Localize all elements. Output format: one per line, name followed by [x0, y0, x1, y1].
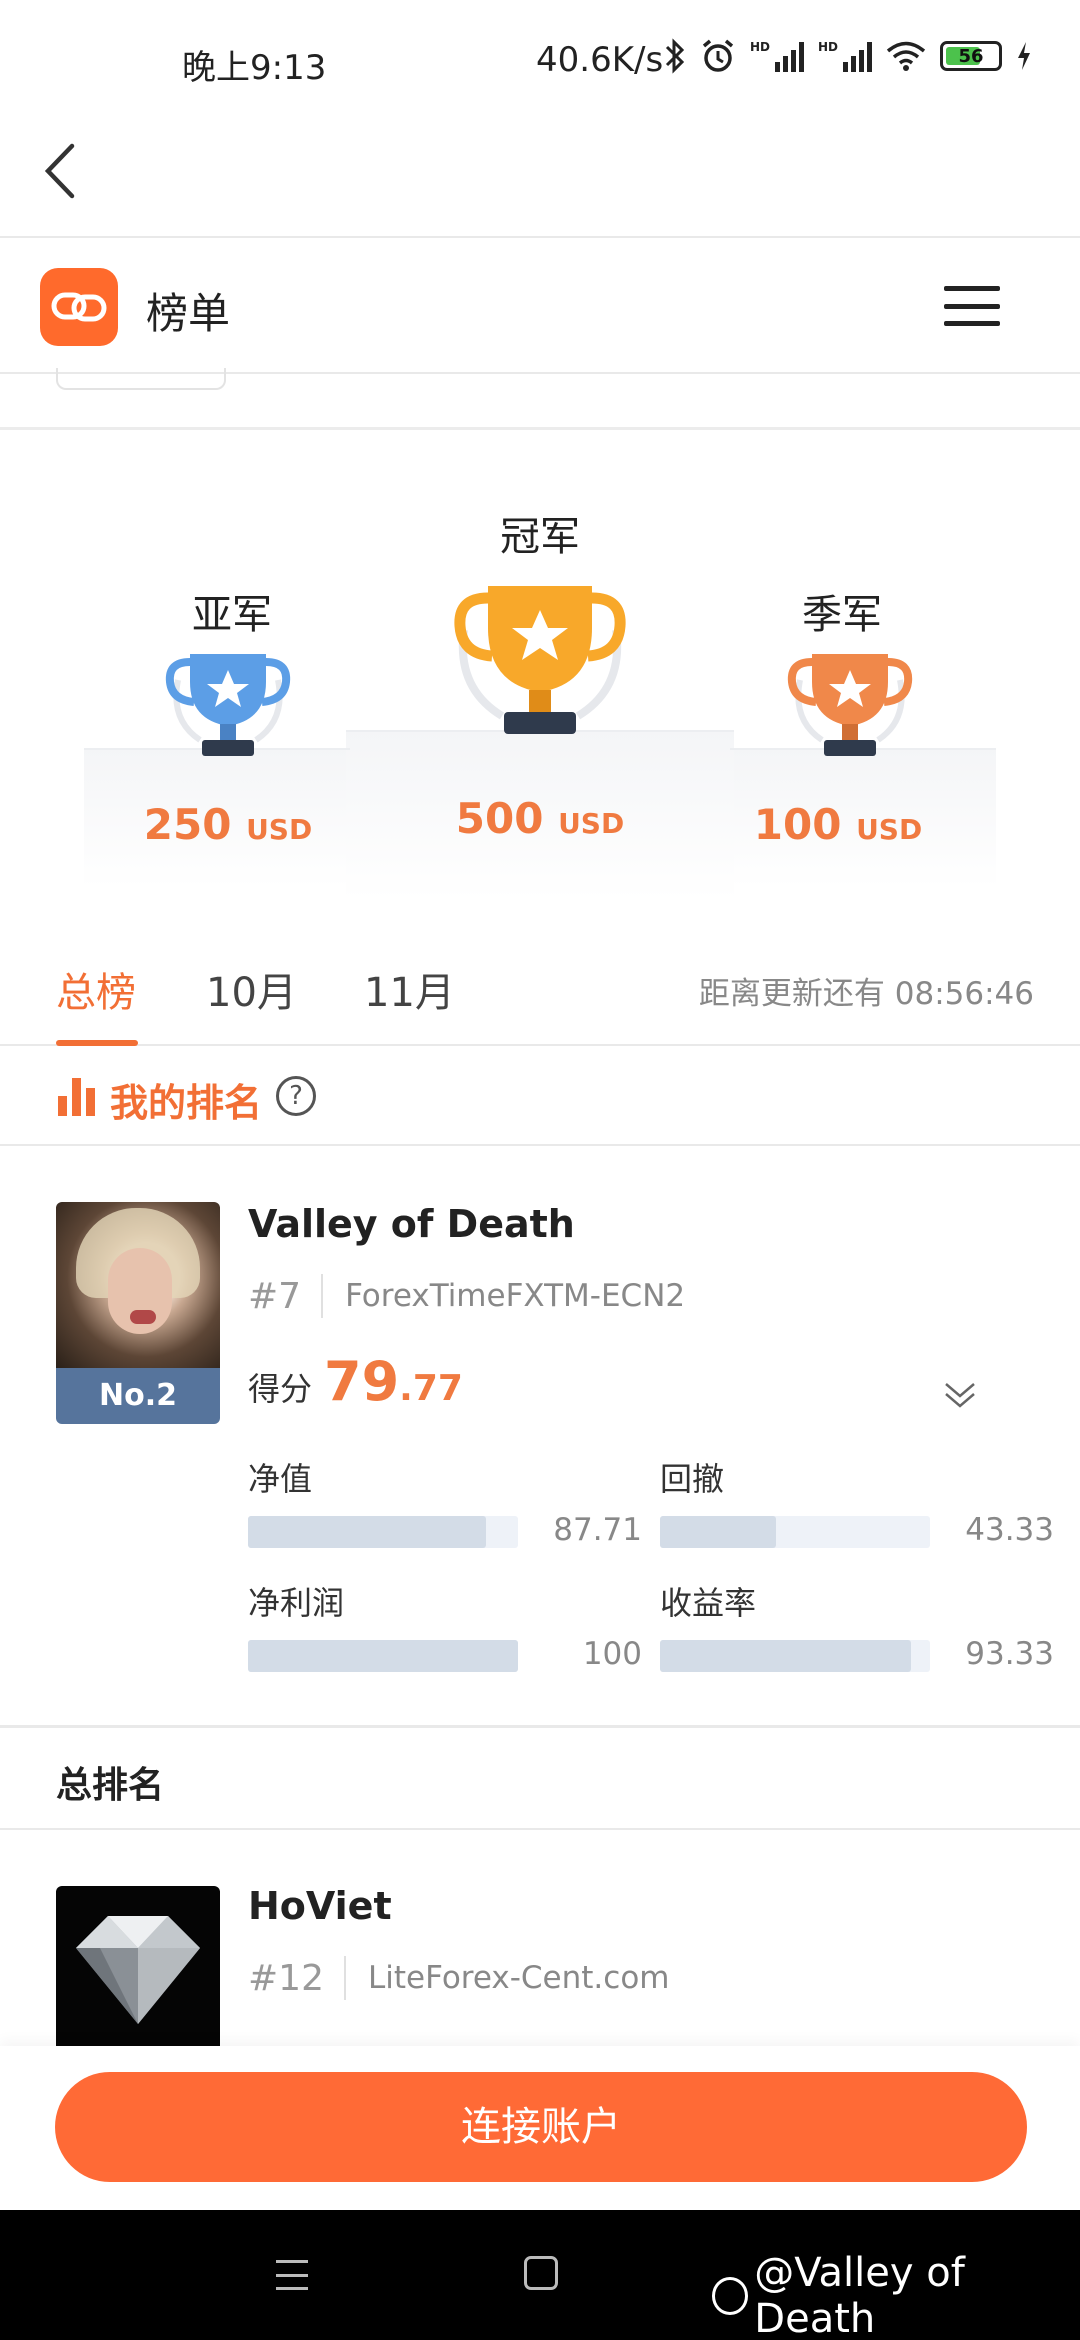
wifi-icon [886, 41, 926, 71]
metric-value: 43.33 [965, 1512, 1054, 1548]
network-speed: 40.6K/s [536, 40, 664, 80]
second-prize-amount: 250 USD [108, 800, 348, 849]
tab-november[interactable]: 11月 [364, 960, 455, 1018]
metric-bar-track [660, 1640, 930, 1672]
score-label: 得分 [248, 1370, 313, 1408]
page-title: 榜单 [146, 289, 231, 338]
user-name: HoViet [248, 1884, 392, 1928]
third-prize-value: 100 [753, 800, 842, 849]
weibo-logo-icon [712, 2277, 749, 2315]
watermark-text: @Valley of Death [754, 2250, 965, 2340]
help-icon[interactable]: ? [276, 1076, 316, 1116]
metric-label: 收益率 [660, 1584, 757, 1622]
metric-bar-fill [248, 1516, 486, 1548]
rank-badge: No.2 [56, 1368, 220, 1424]
score-integer: 79 [324, 1350, 400, 1413]
total-ranking-header: 总排名 [0, 1730, 1080, 1830]
total-ranking-title: 总排名 [56, 1765, 165, 1806]
metric-value: 87.71 [553, 1512, 642, 1548]
bluetooth-icon [665, 38, 685, 74]
broker-server: ForexTimeFXTM-ECN2 [345, 1278, 686, 1314]
second-prize-unit: USD [246, 813, 313, 846]
first-place-label: 冠军 [500, 514, 580, 560]
alarm-icon [702, 39, 734, 72]
metric-bar-fill [660, 1640, 912, 1672]
user-avatar [56, 1886, 220, 2052]
rank-line: #12 LiteForex-Cent.com [248, 1956, 670, 2000]
watermark: @Valley of Death [712, 2250, 1080, 2340]
app-header: 榜单 [0, 240, 1080, 374]
status-icons: HD HD 56 [664, 38, 1032, 74]
metric-bar-track [248, 1640, 518, 1672]
rank-number: #12 [248, 1957, 324, 1999]
first-prize-value: 500 [455, 794, 544, 843]
metric-bar-track [660, 1516, 930, 1548]
score-line: 得分 79 .77 [248, 1350, 463, 1413]
metric-bar-fill [660, 1516, 777, 1548]
third-prize-amount: 100 USD [718, 800, 958, 849]
system-navigation-bar: @Valley of Death [0, 2210, 1080, 2340]
bar-chart-icon [58, 1078, 96, 1116]
battery-icon: 56 [940, 41, 1003, 71]
home-icon[interactable] [524, 2256, 558, 2290]
my-ranking-title: 我的排名 [110, 1081, 263, 1125]
signal-hd-icon: HD [818, 40, 873, 72]
bottom-action-area: 连接账户 [0, 2046, 1080, 2210]
metric-net-profit: 净利润 100 [248, 1578, 642, 1672]
bronze-trophy-icon [787, 654, 913, 756]
link-logo-icon [51, 292, 107, 322]
third-prize-unit: USD [856, 813, 923, 846]
metric-drawdown: 回撤 43.33 [660, 1454, 1054, 1548]
battery-level: 56 [958, 45, 984, 67]
silver-trophy-icon [165, 654, 291, 756]
divider [321, 1274, 324, 1318]
back-arrow-icon[interactable] [38, 136, 82, 206]
broker-server: LiteForex-Cent.com [367, 1960, 670, 1996]
charging-icon [1018, 42, 1031, 70]
gold-trophy-icon [454, 586, 626, 734]
expand-chevron-icon[interactable] [942, 1380, 978, 1410]
update-countdown: 距离更新还有 08:56:46 [698, 976, 1034, 1012]
filter-pill[interactable] [56, 368, 226, 390]
score-decimal: .77 [399, 1368, 463, 1409]
second-place-label: 亚军 [192, 592, 272, 638]
status-time: 晚上9:13 [182, 48, 327, 88]
metric-value: 100 [582, 1636, 642, 1672]
metric-net-value: 净值 87.71 [248, 1454, 642, 1548]
collapsed-filter-strip [0, 368, 1080, 430]
rank-line: #7 ForexTimeFXTM-ECN2 [248, 1274, 685, 1318]
ranking-tabs: 总榜 10月 11月 距离更新还有 08:56:46 [0, 940, 1080, 1046]
signal-hd-icon: HD [750, 40, 805, 72]
metric-bar-track [248, 1516, 518, 1548]
metric-bar-fill [248, 1640, 518, 1672]
rank-number: #7 [248, 1275, 302, 1317]
tab-october[interactable]: 10月 [206, 960, 297, 1018]
metric-label: 回撤 [660, 1460, 725, 1498]
first-prize-amount: 500 USD [420, 794, 660, 843]
prize-podium: 亚军 冠军 季军 250 USD 500 USD 100 USD [0, 430, 1080, 900]
third-place-label: 季军 [802, 592, 882, 638]
my-ranking-header: 我的排名 ? [0, 1046, 1080, 1146]
table-row[interactable]: HoViet #12 LiteForex-Cent.com [0, 1832, 1080, 2052]
metric-label: 净值 [248, 1460, 313, 1498]
metric-label: 净利润 [248, 1584, 345, 1622]
divider [343, 1956, 346, 2000]
top-navigation [0, 120, 1080, 238]
connect-account-button[interactable]: 连接账户 [55, 2072, 1027, 2182]
metric-return-rate: 收益率 93.33 [660, 1578, 1054, 1672]
second-prize-value: 250 [143, 800, 232, 849]
first-prize-unit: USD [558, 807, 625, 840]
tab-overall[interactable]: 总榜 [56, 960, 136, 1018]
recent-apps-icon[interactable] [276, 2260, 308, 2290]
hamburger-menu-icon[interactable] [944, 286, 1000, 326]
user-avatar: No.2 [56, 1202, 220, 1424]
user-name: Valley of Death [248, 1202, 575, 1246]
metric-value: 93.33 [965, 1636, 1054, 1672]
app-logo [40, 268, 118, 346]
status-bar: 晚上9:13 40.6K/s HD HD 56 [0, 0, 1080, 120]
diamond-image [76, 1916, 200, 2024]
my-ranking-card[interactable]: No.2 Valley of Death #7 ForexTimeFXTM-EC… [0, 1148, 1080, 1728]
